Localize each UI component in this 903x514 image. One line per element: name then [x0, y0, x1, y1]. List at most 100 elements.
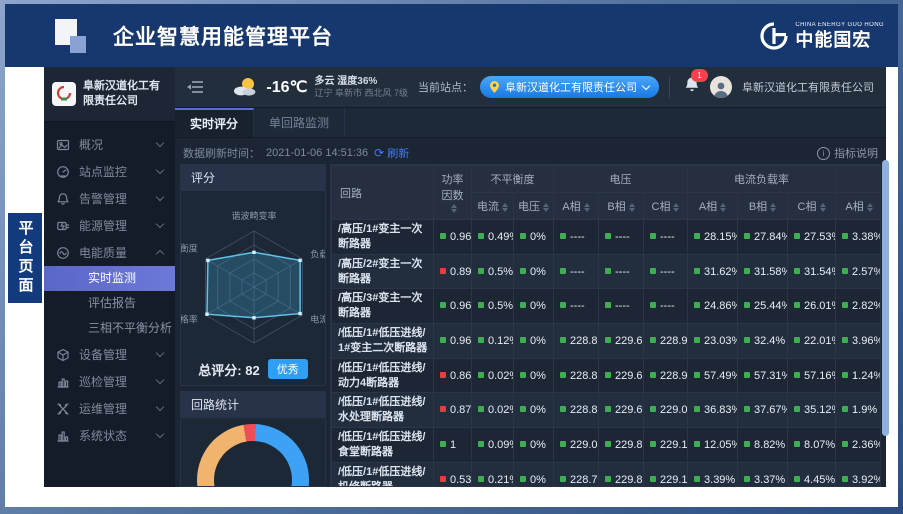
cell-value: 28.15% [688, 220, 738, 255]
cell-value: 3.37% [738, 462, 788, 487]
app-logo-icon [55, 16, 91, 56]
sort-icon[interactable] [451, 204, 457, 213]
cell-value: 0% [514, 289, 554, 324]
sidebar-subitem-assessment-report[interactable]: 评估报告 [44, 291, 175, 316]
sidebar-item-label: 巡检管理 [79, 373, 148, 390]
sidebar-item-device-management[interactable]: 设备管理 [44, 341, 175, 368]
sidebar-item-power-quality[interactable]: 电能质量 [44, 239, 175, 266]
sort-icon[interactable] [867, 203, 873, 212]
refresh-button[interactable]: ⟳ 刷新 [374, 145, 409, 161]
sort-icon[interactable] [820, 203, 826, 212]
cell-value: 229.65 [599, 358, 644, 393]
sidebar-subitem-realtime-monitor[interactable]: 实时监测 [44, 266, 175, 291]
table-row[interactable]: /低压/1#低压进线/水处理断路器0.870.02%0%228.89229.63… [332, 393, 882, 428]
cell-value: 1.24% [836, 358, 881, 393]
col-sub: B相 [599, 193, 644, 220]
status-dot-icon [605, 441, 611, 447]
circuit-panel-title: 回路统计 [181, 392, 325, 418]
station-monitor-icon [56, 165, 70, 179]
indicator-help-link[interactable]: i 指标说明 [817, 145, 878, 161]
weather-icon [231, 76, 259, 98]
cell-value: 31.62% [688, 254, 738, 289]
sidebar-subitem-three-phase-unbalance[interactable]: 三相不平衡分析 [44, 316, 175, 341]
table-row[interactable]: /低压/1#低压进线/机修断路器0.530.21%0%228.75229.822… [332, 462, 882, 487]
table-row[interactable]: /低压/1#低压进线/1#变主二次断路器0.960.12%0%228.8229.… [332, 324, 882, 359]
sidebar-item-station-monitor[interactable]: 站点监控 [44, 158, 175, 185]
circuit-name: /高压/2#变主一次断路器 [332, 254, 434, 289]
status-dot-icon [605, 337, 611, 343]
sort-icon[interactable] [629, 203, 635, 212]
sidebar-collapse-icon[interactable] [187, 80, 204, 94]
cell-value: 4.45% [788, 462, 836, 487]
notifications-button[interactable]: 1 [684, 76, 700, 98]
cell-value: 32.4% [738, 324, 788, 359]
brand-name: 中能国宏 [795, 31, 884, 49]
sidebar-item-label: 能源管理 [79, 217, 148, 234]
page: 企业智慧用能管理平台 CHINA ENERGY GUO HONG 中能国宏 平台… [5, 4, 898, 507]
status-dot-icon [794, 406, 800, 412]
sort-icon[interactable] [584, 203, 590, 212]
cell-value: 24.86% [688, 289, 738, 324]
cell-value: 0.96 [434, 324, 472, 359]
status-dot-icon [520, 441, 526, 447]
user-icon [712, 80, 730, 98]
status-dot-icon [520, 372, 526, 378]
cell-value: 0.96 [434, 220, 472, 255]
status-dot-icon [478, 302, 484, 308]
sidebar-item-alarm-management[interactable]: 告警管理 [44, 185, 175, 212]
refresh-row: 数据刷新时间： 2021-01-06 14:51:36 ⟳ 刷新 i 指标说明 [180, 142, 881, 164]
cell-value: ---- [644, 289, 688, 324]
table-row[interactable]: /低压/1#低压进线/动力4断路器0.860.02%0%228.82229.65… [332, 358, 882, 393]
sidebar-item-overview[interactable]: 概况 [44, 131, 175, 158]
tab-realtime-score[interactable]: 实时评分 [175, 108, 254, 137]
status-dot-icon [440, 268, 446, 274]
cell-value: 36.83% [688, 393, 738, 428]
sidebar-item-inspection-management[interactable]: 巡检管理 [44, 368, 175, 395]
cell-value: 0.86 [434, 358, 472, 393]
status-dot-icon [650, 441, 656, 447]
table-row[interactable]: /高压/3#变主一次断路器0.960.5%0%------------24.86… [332, 289, 882, 324]
table-row[interactable]: /高压/2#变主一次断路器0.890.5%0%------------31.62… [332, 254, 882, 289]
status-dot-icon [560, 337, 566, 343]
status-dot-icon [694, 441, 700, 447]
status-dot-icon [694, 302, 700, 308]
status-dot-icon [605, 268, 611, 274]
tab-single-circuit-monitor[interactable]: 单回路监测 [254, 108, 345, 137]
status-dot-icon [650, 302, 656, 308]
sort-icon[interactable] [502, 203, 508, 212]
sort-icon[interactable] [720, 203, 726, 212]
status-dot-icon [694, 476, 700, 482]
cell-value: 0.89 [434, 254, 472, 289]
avatar[interactable] [710, 76, 732, 98]
status-dot-icon [842, 337, 848, 343]
browser-scrollbar-thumb[interactable] [882, 160, 889, 436]
sidebar-item-energy-management[interactable]: 能源管理 [44, 212, 175, 239]
sort-icon[interactable] [543, 203, 549, 212]
table-row[interactable]: /高压/1#变主一次断路器0.960.49%0%------------28.1… [332, 220, 882, 255]
sort-icon[interactable] [673, 203, 679, 212]
notification-badge: 1 [691, 69, 708, 82]
page-tag: 平台页面 [8, 213, 42, 303]
info-icon: i [817, 147, 830, 160]
score-panel-title: 评分 [181, 165, 325, 191]
status-dot-icon [744, 302, 750, 308]
company-block: 阜新汉道化工有限责任公司 [44, 67, 175, 122]
cell-value: 0.53 [434, 462, 472, 487]
brand-logo-icon [759, 21, 789, 51]
station-dropdown[interactable]: 阜新汉道化工有限责任公司 [480, 76, 659, 98]
alarm-management-icon [56, 192, 70, 206]
sidebar-item-operation-management[interactable]: 运维管理 [44, 395, 175, 422]
status-dot-icon [478, 406, 484, 412]
status-dot-icon [842, 302, 848, 308]
cell-value: ---- [554, 289, 599, 324]
svg-text:谐波畸变率: 谐波畸变率 [231, 210, 276, 221]
table-row[interactable]: /低压/1#低压进线/食堂断路器10.09%0%229.03229.81229.… [332, 428, 882, 463]
sidebar-item-system-status[interactable]: 系统状态 [44, 422, 175, 449]
cell-value: 57.16% [788, 358, 836, 393]
chevron-down-icon [156, 139, 164, 147]
sort-icon[interactable] [770, 203, 776, 212]
col-group: 不平衡度 [472, 166, 554, 193]
status-dot-icon [794, 441, 800, 447]
cell-value: 26.01% [788, 289, 836, 324]
status-dot-icon [744, 406, 750, 412]
